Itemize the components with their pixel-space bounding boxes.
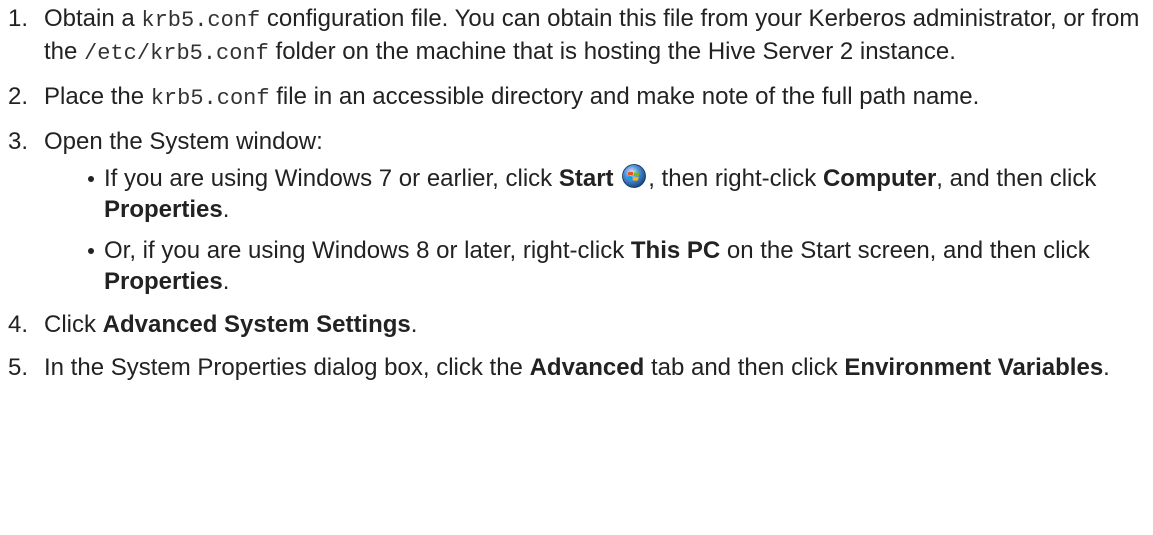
step-text: . [410,311,418,338]
step-number: 3. [8,128,29,155]
ui-term-properties: Properties [104,268,223,295]
step-4: 4. Click Advanced System Settings. [0,309,1153,340]
sub-step-windows-7: If you are using Windows 7 or earlier, c… [60,163,1153,225]
step-number: 1. [8,5,29,32]
ui-term-environment-variables: Environment Variables [844,354,1104,381]
step-text: Open the System window: [44,128,323,155]
ui-term-advanced: Advanced [529,354,645,381]
sub-step-text: , and then click [936,165,1097,192]
step-text: Place the [44,83,151,110]
windows-start-orb-icon [622,164,647,188]
instruction-steps-list: 1. Obtain a krb5.conf configuration file… [0,3,1153,383]
bullet-dot [88,248,94,254]
step-3: 3. Open the System window: If you are us… [0,126,1153,297]
step-text: Obtain a [44,5,142,32]
sub-step-text: . [222,196,230,223]
bullet-dot [88,176,94,182]
step-text: folder on the machine that is hosting th… [268,38,956,65]
step-number: 4. [8,311,29,338]
step-text: tab and then click [644,354,845,381]
sub-step-windows-8: Or, if you are using Windows 8 or later,… [60,235,1153,297]
sub-step-text: , then right-click [648,165,823,192]
filename-code: krb5.conf [150,86,270,111]
step-5: 5. In the System Properties dialog box, … [0,352,1153,383]
ui-term-computer: Computer [822,165,937,192]
ui-term-properties: Properties [104,196,223,223]
sub-step-text: on the Start screen, and then click [720,237,1090,264]
step-text: file in an accessible directory and make… [269,83,980,110]
filename-code: krb5.conf [141,8,261,33]
step-text: . [1103,354,1110,381]
ui-term-advanced-system-settings: Advanced System Settings [102,311,411,338]
step-number: 2. [8,83,29,110]
document-page: 1. Obtain a krb5.conf configuration file… [0,0,1153,535]
sub-step-text: Or, if you are using Windows 8 or later,… [104,237,631,264]
sub-step-text: . [222,268,230,295]
step-2: 2. Place the krb5.conf file in an access… [0,81,1153,114]
step-number: 5. [8,354,29,381]
sub-step-text: If you are using Windows 7 or earlier, c… [104,165,559,192]
path-code: /etc/krb5.conf [84,41,269,66]
ui-term-this-pc: This PC [630,237,721,264]
ui-term-start: Start [558,165,614,192]
step-text: In the System Properties dialog box, cli… [44,354,530,381]
step-text: Click [44,311,103,338]
sub-steps-list: If you are using Windows 7 or earlier, c… [44,163,1153,297]
step-1: 1. Obtain a krb5.conf configuration file… [0,3,1153,69]
